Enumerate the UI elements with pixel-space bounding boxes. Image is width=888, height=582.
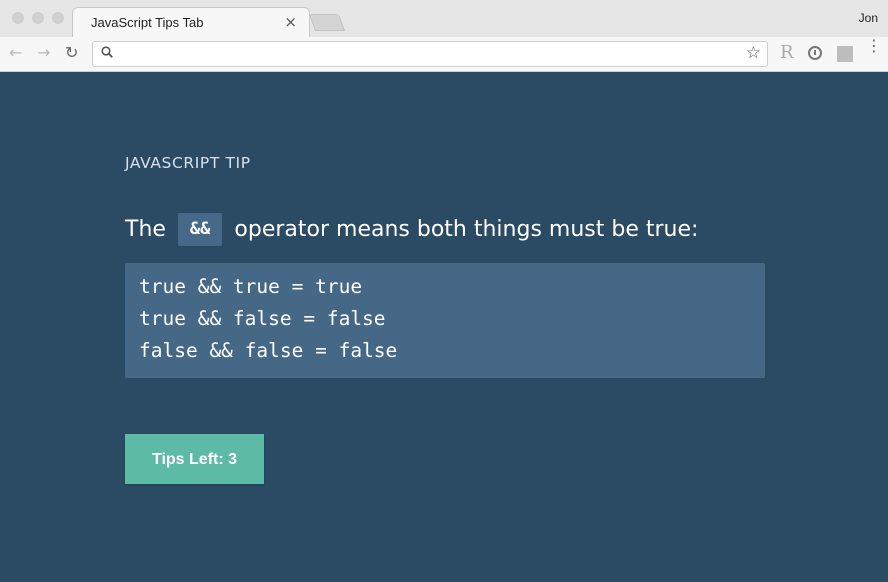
tips-left-button[interactable]: Tips Left: 3 (125, 434, 264, 484)
profile-name[interactable]: Jon (859, 11, 878, 25)
window-close-control[interactable] (12, 12, 24, 24)
tip-kicker: JAVASCRIPT TIP (125, 154, 251, 172)
address-bar[interactable]: ☆ (92, 41, 768, 67)
tip-sentence: The && operator means both things must b… (125, 213, 698, 247)
code-line: true && true = true (139, 275, 363, 298)
reload-icon[interactable]: ↻ (65, 43, 78, 62)
browser-titlebar: JavaScript Tips Tab × Jon (0, 0, 888, 37)
browser-tab-active[interactable]: JavaScript Tips Tab × (72, 7, 310, 37)
tips-page: JAVASCRIPT TIP The && operator means bot… (0, 72, 888, 582)
bookmark-star-icon[interactable]: ☆ (746, 43, 761, 63)
code-line: false && false = false (139, 339, 398, 362)
back-arrow-icon[interactable]: ← (9, 43, 22, 62)
tip-text-after: operator means both things must be true: (234, 217, 699, 242)
browser-toolbar: ← → ↻ ☆ R ⋮ (0, 37, 888, 72)
browser-menu-icon[interactable]: ⋮ (866, 38, 882, 54)
forward-arrow-icon[interactable]: → (37, 43, 50, 62)
new-tab-button[interactable] (308, 14, 346, 31)
extension-r-icon[interactable]: R (780, 42, 794, 63)
tab-title: JavaScript Tips Tab (91, 15, 204, 30)
address-input[interactable] (121, 44, 735, 66)
search-icon (101, 46, 113, 58)
code-line: true && false = false (139, 307, 386, 330)
window-zoom-control[interactable] (52, 12, 64, 24)
window-minimize-control[interactable] (32, 12, 44, 24)
extension-box-icon[interactable] (837, 46, 853, 62)
tab-close-icon[interactable]: × (284, 13, 297, 31)
code-example: true && true = true true && false = fals… (125, 263, 765, 378)
inline-code: && (177, 213, 223, 246)
extension-info-icon[interactable] (808, 46, 822, 60)
tip-text-before: The (125, 217, 166, 242)
